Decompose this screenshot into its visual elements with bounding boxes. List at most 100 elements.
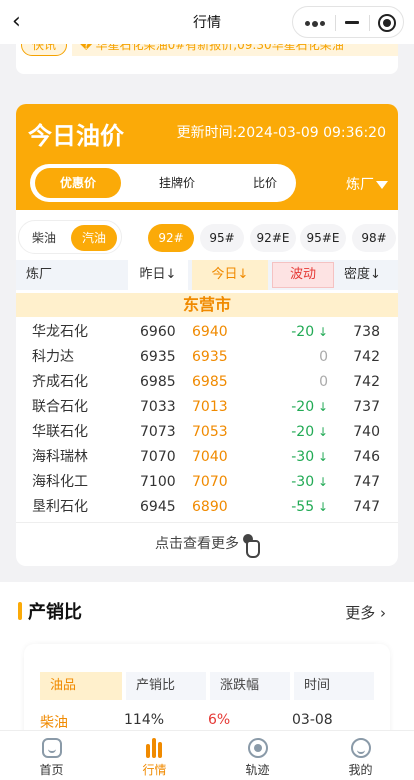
col-density-sort[interactable]: 密度↓ bbox=[344, 260, 394, 290]
more-icon[interactable] bbox=[305, 20, 325, 27]
tab-profile[interactable]: 我的 bbox=[309, 731, 412, 780]
price-change: -55 ↓ bbox=[291, 499, 328, 515]
sales-change-value: 6% bbox=[208, 712, 231, 728]
tab-listed-price[interactable]: 挂牌价 bbox=[132, 168, 222, 198]
grade-92e-chip[interactable]: 92#E bbox=[250, 224, 296, 252]
sales-col-change: 涨跌幅 bbox=[210, 672, 290, 700]
table-row[interactable]: 垦利石化 6945 6890 -55 ↓ 747 bbox=[16, 495, 398, 520]
refinery-name: 华联石化 bbox=[32, 424, 88, 440]
price-change: -30 ↓ bbox=[291, 474, 328, 490]
tab-home[interactable]: 首页 bbox=[0, 731, 103, 780]
refinery-name: 海科瑞林 bbox=[32, 449, 88, 465]
density-value: 747 bbox=[353, 474, 380, 490]
sales-more-label: 更多 bbox=[345, 604, 376, 622]
price-change: -20 ↓ bbox=[291, 324, 328, 340]
sales-ratio-table: 油品 产销比 涨跌幅 时间 柴油 114% 6% 03-08 bbox=[24, 644, 390, 744]
tab-profile-label: 我的 bbox=[348, 763, 373, 777]
price-change: 0 bbox=[319, 374, 328, 390]
price-change: 0 bbox=[319, 349, 328, 365]
nav-bar: ‹ 行情 bbox=[0, 0, 414, 44]
col-yesterday-sort[interactable]: 昨日↓ bbox=[128, 260, 188, 290]
fuel-diesel-option[interactable]: 柴油 bbox=[21, 225, 67, 251]
grade-95-chip[interactable]: 95# bbox=[200, 224, 244, 252]
view-more-button[interactable]: 点击查看更多 bbox=[16, 522, 398, 566]
refinery-name: 齐成石化 bbox=[32, 374, 88, 390]
density-value: 746 bbox=[353, 449, 380, 465]
yesterday-price: 6985 bbox=[140, 374, 176, 390]
region-header: 东营市 bbox=[16, 293, 398, 317]
grade-98-chip[interactable]: 98# bbox=[352, 224, 396, 252]
density-value: 737 bbox=[353, 399, 380, 415]
density-value: 738 bbox=[353, 324, 380, 340]
col-today-sort[interactable]: 今日↓ bbox=[192, 260, 268, 290]
arrow-down-icon: ↓ bbox=[314, 425, 328, 439]
tab-track[interactable]: 轨迹 bbox=[206, 731, 309, 780]
fuel-type-toggle: 柴油 汽油 bbox=[18, 220, 122, 254]
update-time: 更新时间:2024-03-09 09:36:20 bbox=[176, 125, 386, 141]
profile-icon bbox=[350, 738, 371, 758]
tab-track-label: 轨迹 bbox=[245, 763, 270, 777]
table-row[interactable]: 联合石化 7033 7013 -20 ↓ 737 bbox=[16, 395, 398, 420]
price-change: -20 ↓ bbox=[291, 424, 328, 440]
table-row[interactable]: 海科化工 7100 7070 -30 ↓ 747 bbox=[16, 470, 398, 495]
tab-market[interactable]: 行情 bbox=[103, 731, 206, 780]
section-accent-bar bbox=[18, 602, 22, 620]
fuel-gasoline-option[interactable]: 汽油 bbox=[71, 225, 117, 251]
density-value: 740 bbox=[353, 424, 380, 440]
tab-home-label: 首页 bbox=[39, 763, 64, 777]
yesterday-price: 7073 bbox=[140, 424, 176, 440]
today-price: 6985 bbox=[192, 374, 228, 390]
table-row[interactable]: 华联石化 7073 7053 -20 ↓ 740 bbox=[16, 420, 398, 445]
price-change: -30 ↓ bbox=[291, 449, 328, 465]
view-more-label: 点击查看更多 bbox=[155, 536, 239, 552]
density-value: 742 bbox=[353, 349, 380, 365]
col-refinery: 炼厂 bbox=[26, 267, 53, 282]
density-value: 742 bbox=[353, 374, 380, 390]
minimize-icon[interactable] bbox=[345, 21, 359, 24]
refinery-name: 海科化工 bbox=[32, 474, 88, 490]
tab-compare-price[interactable]: 比价 bbox=[222, 168, 308, 198]
yesterday-price: 7070 bbox=[140, 449, 176, 465]
grade-95e-chip[interactable]: 95#E bbox=[300, 224, 346, 252]
arrow-down-icon: ↓ bbox=[314, 325, 328, 339]
today-price: 7013 bbox=[192, 399, 228, 415]
density-value: 747 bbox=[353, 499, 380, 515]
card-title: 今日油价 bbox=[28, 122, 124, 150]
price-change: -20 ↓ bbox=[291, 399, 328, 415]
mini-program-capsule bbox=[292, 6, 404, 38]
track-icon bbox=[247, 738, 268, 758]
filter-icon bbox=[376, 181, 388, 189]
table-row[interactable]: 海科瑞林 7070 7040 -30 ↓ 746 bbox=[16, 445, 398, 470]
sales-ratio-value: 114% bbox=[124, 712, 165, 728]
sales-col-product: 油品 bbox=[40, 672, 122, 700]
table-row[interactable]: 科力达 6935 6935 0 742 bbox=[16, 345, 398, 370]
card-header: 今日油价 更新时间:2024-03-09 09:36:20 优惠价 挂牌价 比价… bbox=[16, 104, 398, 210]
price-type-tabs: 优惠价 挂牌价 比价 bbox=[30, 164, 296, 202]
sales-ratio-title: 产销比 bbox=[28, 602, 82, 623]
market-icon bbox=[145, 738, 165, 758]
yesterday-price: 6960 bbox=[140, 324, 176, 340]
tab-discount-price[interactable]: 优惠价 bbox=[35, 168, 121, 198]
table-row[interactable]: 齐成石化 6985 6985 0 742 bbox=[16, 370, 398, 395]
arrow-down-icon: ↓ bbox=[314, 400, 328, 414]
price-table-header: 炼厂 昨日↓ 今日↓ 波动 密度↓ bbox=[16, 260, 398, 290]
arrow-down-icon: ↓ bbox=[314, 450, 328, 464]
table-row[interactable]: 华龙石化 6960 6940 -20 ↓ 738 bbox=[16, 320, 398, 345]
yesterday-price: 7100 bbox=[140, 474, 176, 490]
refinery-filter-label: 炼厂 bbox=[346, 177, 374, 193]
arrow-down-icon: ↓ bbox=[314, 500, 328, 514]
sales-product: 柴油 bbox=[40, 715, 68, 731]
sales-col-time: 时间 bbox=[294, 672, 374, 700]
bottom-tab-bar: 首页 行情 轨迹 我的 bbox=[0, 730, 414, 780]
close-target-icon[interactable] bbox=[378, 14, 396, 32]
refinery-name: 联合石化 bbox=[32, 399, 88, 415]
col-change[interactable]: 波动 bbox=[272, 262, 334, 288]
today-price: 6940 bbox=[192, 324, 228, 340]
grade-92-chip[interactable]: 92# bbox=[148, 224, 194, 252]
today-price: 6935 bbox=[192, 349, 228, 365]
sales-col-ratio: 产销比 bbox=[126, 672, 206, 700]
refinery-filter-button[interactable]: 炼厂 bbox=[346, 174, 388, 194]
sales-more-link[interactable]: 更多 › bbox=[345, 602, 386, 623]
chevron-right-icon: › bbox=[380, 604, 386, 622]
sales-time-value: 03-08 bbox=[292, 712, 333, 728]
